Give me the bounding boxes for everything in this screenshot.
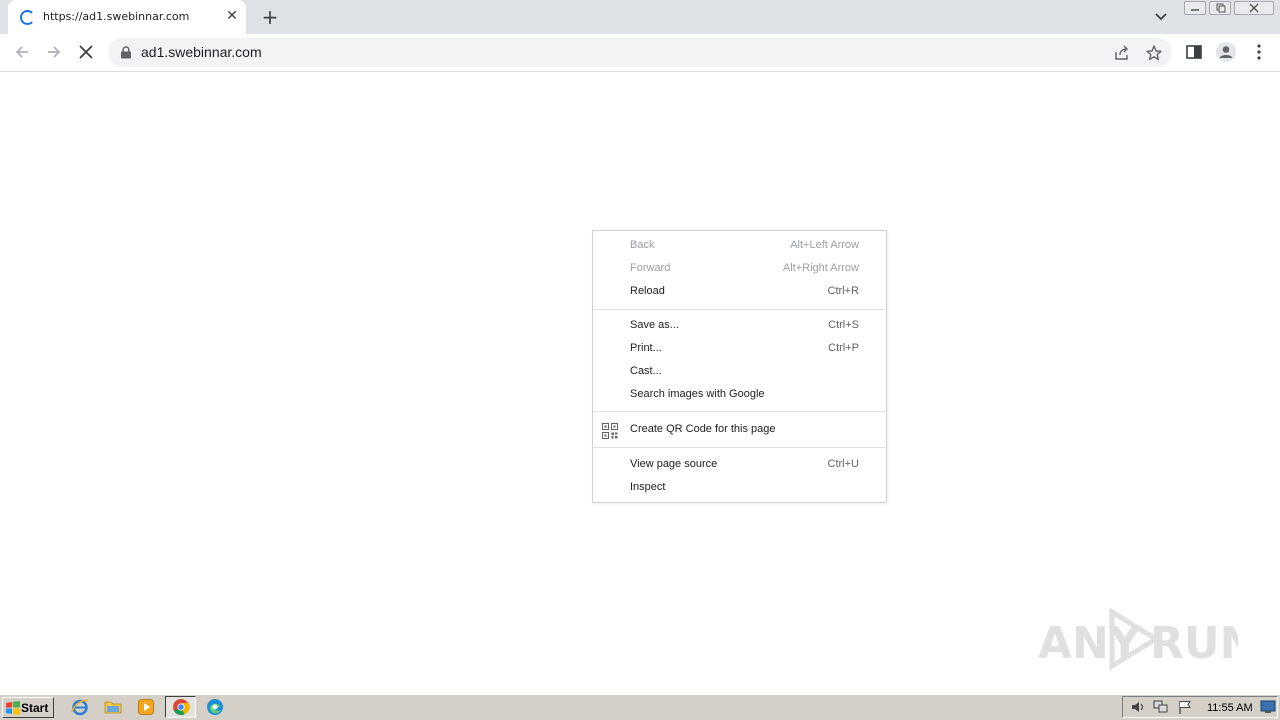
menu-item-label: Search images with Google: [630, 388, 765, 400]
tab-active[interactable]: https://ad1.swebinnar.com ✕: [8, 0, 246, 34]
start-label: Start: [21, 701, 49, 715]
chrome-icon: [173, 699, 190, 715]
system-tray: 11:55 AM: [1122, 696, 1278, 718]
browser-toolbar: ad1.swebinnar.com: [0, 34, 1280, 72]
stop-loading-icon[interactable]: [76, 42, 96, 62]
share-icon[interactable]: [1113, 44, 1131, 62]
menu-item-search-images[interactable]: Search images with Google: [593, 384, 886, 406]
menu-item-label: Back: [630, 239, 655, 251]
menu-item-shortcut: Ctrl+U: [827, 458, 859, 470]
internet-explorer-icon[interactable]: [71, 698, 89, 716]
profile-avatar-icon[interactable]: [1215, 41, 1237, 63]
menu-item-shortcut: Alt+Right Arrow: [782, 262, 859, 274]
menu-item-shortcut: Ctrl+P: [828, 342, 859, 354]
menu-item-save-as[interactable]: Save as... Ctrl+S: [593, 315, 886, 337]
minimize-icon: [1191, 9, 1199, 11]
more-menu-icon[interactable]: [1249, 42, 1269, 62]
forward-arrow-icon[interactable]: [44, 42, 64, 62]
tab-close-icon[interactable]: ✕: [224, 8, 240, 24]
menu-item-label: Save as...: [630, 319, 679, 331]
menu-item-inspect[interactable]: Inspect: [593, 477, 886, 499]
menu-separator: [593, 411, 886, 412]
menu-separator: [593, 447, 886, 448]
menu-item-shortcut: Alt+Left Arrow: [790, 239, 859, 251]
lock-icon[interactable]: [120, 46, 132, 59]
volume-icon[interactable]: [1130, 699, 1146, 715]
show-desktop-icon[interactable]: [1260, 700, 1276, 714]
qr-code-icon: [602, 423, 618, 439]
watermark-text-right: RUN: [1150, 618, 1238, 669]
back-arrow-icon[interactable]: [12, 42, 32, 62]
network-icon[interactable]: [1153, 699, 1169, 715]
edge-icon[interactable]: [206, 698, 224, 716]
close-window-icon: [1249, 3, 1259, 13]
menu-item-label: Forward: [630, 262, 671, 274]
folder-icon[interactable]: [104, 698, 122, 716]
chrome-taskbar-button-active[interactable]: [165, 696, 196, 718]
tab-title: https://ad1.swebinnar.com: [43, 10, 190, 23]
menu-item-forward[interactable]: Forward Alt+Right Arrow: [593, 258, 886, 280]
menu-item-label: Create QR Code for this page: [630, 423, 776, 435]
address-bar[interactable]: ad1.swebinnar.com: [108, 38, 1172, 67]
menu-item-label: View page source: [630, 458, 718, 470]
media-player-icon[interactable]: [137, 698, 155, 716]
menu-separator: [593, 309, 886, 310]
tab-search-chevron-icon[interactable]: [1151, 8, 1171, 26]
menu-item-cast[interactable]: Cast...: [593, 361, 886, 383]
taskbar-clock[interactable]: 11:55 AM: [1207, 702, 1253, 714]
tab-strip: https://ad1.swebinnar.com ✕ +: [0, 0, 1280, 34]
close-window-button[interactable]: [1234, 1, 1274, 15]
menu-item-view-page-source[interactable]: View page source Ctrl+U: [593, 454, 886, 476]
anyrun-watermark: ANY RUN: [1038, 606, 1256, 672]
menu-item-reload[interactable]: Reload Ctrl+R: [593, 281, 886, 303]
context-menu: Back Alt+Left Arrow Forward Alt+Right Ar…: [592, 230, 887, 503]
minimize-button[interactable]: [1184, 1, 1206, 15]
menu-item-back[interactable]: Back Alt+Left Arrow: [593, 235, 886, 257]
loading-spinner-icon: [20, 10, 35, 25]
menu-item-label: Cast...: [630, 365, 662, 377]
start-button[interactable]: Start: [2, 697, 54, 718]
menu-item-label: Print...: [630, 342, 662, 354]
menu-item-print[interactable]: Print... Ctrl+P: [593, 338, 886, 360]
action-center-flag-icon[interactable]: [1177, 699, 1193, 715]
menu-item-label: Inspect: [630, 481, 666, 493]
menu-item-label: Reload: [630, 285, 665, 297]
new-tab-button[interactable]: +: [259, 6, 281, 28]
bookmark-star-icon[interactable]: [1145, 44, 1163, 62]
menu-item-shortcut: Ctrl+R: [827, 285, 859, 297]
windows-taskbar: Start 11:55 AM: [0, 694, 1280, 720]
side-panel-icon[interactable]: [1184, 42, 1204, 62]
windows-logo-icon: [6, 701, 20, 715]
menu-item-shortcut: Ctrl+S: [828, 319, 859, 331]
url-text[interactable]: ad1.swebinnar.com: [141, 44, 262, 60]
restore-icon: [1216, 3, 1226, 13]
menu-item-create-qr-code[interactable]: Create QR Code for this page: [593, 419, 886, 441]
restore-button[interactable]: [1209, 1, 1231, 15]
watermark-text-left: ANY: [1038, 618, 1142, 669]
